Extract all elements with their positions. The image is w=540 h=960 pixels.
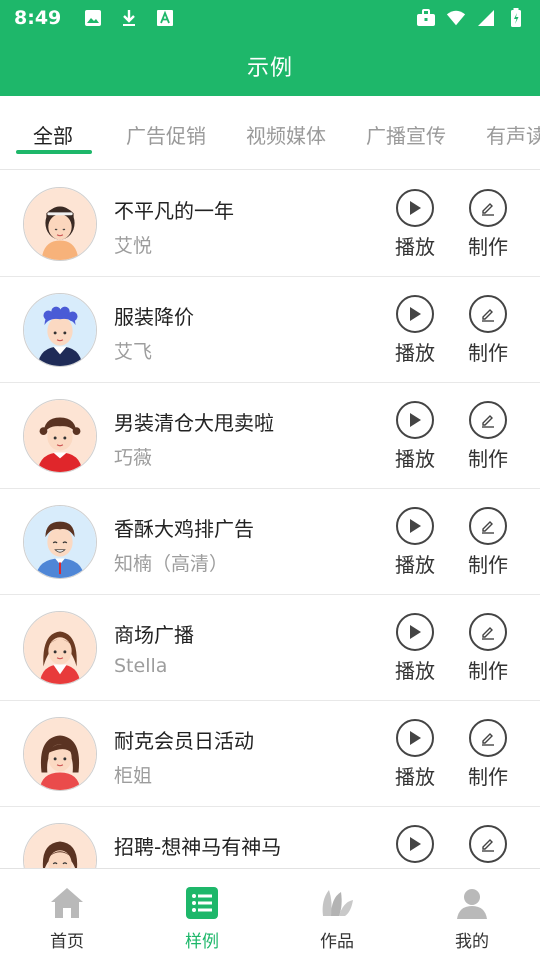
nav-mine[interactable]: 我的 [422,883,522,952]
play-label: 播放 [395,765,435,789]
list-item[interactable]: 招聘-想神马有神马 播放 制作 [0,807,540,868]
play-icon [396,189,434,227]
edit-icon [469,401,507,439]
play-icon [396,719,434,757]
list-item[interactable]: 不平凡的一年 艾悦 播放 制作 [0,171,540,277]
bottom-nav: 首页 样例 作品 我的 [0,868,540,960]
make-button[interactable]: 制作 [458,825,518,868]
edit-icon [469,719,507,757]
nav-home[interactable]: 首页 [17,883,117,952]
tab-all[interactable]: 全部 [33,120,73,149]
make-button[interactable]: 制作 [458,295,518,366]
make-button[interactable]: 制作 [458,189,518,260]
item-title: 男装清仓大甩卖啦 [114,411,274,435]
app-bar: 示例 [0,36,540,96]
list-item[interactable]: 香酥大鸡排广告 知楠（高清） 播放 制作 [0,489,540,595]
avatar [23,717,97,791]
tab-audiobook[interactable]: 有声读 [486,120,540,149]
page-title: 示例 [246,56,293,81]
nav-home-label: 首页 [50,932,84,952]
example-list: 不平凡的一年 艾悦 播放 制作 服装降价 艾飞 播放 制作 男装清仓大甩卖啦 巧… [0,171,540,868]
image-icon [83,8,103,28]
avatar [23,187,97,261]
play-button[interactable]: 播放 [385,507,445,578]
nav-works-label: 作品 [320,932,354,952]
play-label: 播放 [395,447,435,471]
play-label: 播放 [395,553,435,577]
play-button[interactable]: 播放 [385,613,445,684]
wifi-icon [446,8,466,28]
home-icon [47,883,87,923]
status-bar: 8:49 [0,0,540,36]
edit-icon [469,825,507,863]
nav-works[interactable]: 作品 [287,883,387,952]
active-tab-indicator [16,150,92,154]
list-icon [182,883,222,923]
works-icon [317,883,357,923]
battery-icon [506,8,526,28]
play-button[interactable]: 播放 [385,189,445,260]
play-icon [396,825,434,863]
make-label: 制作 [468,765,508,789]
avatar [23,823,97,868]
play-icon [396,613,434,651]
avatar [23,505,97,579]
nav-mine-label: 我的 [455,932,489,952]
play-label: 播放 [395,659,435,683]
play-icon [396,507,434,545]
make-button[interactable]: 制作 [458,719,518,790]
play-button[interactable]: 播放 [385,719,445,790]
item-title: 服装降价 [114,305,194,329]
make-label: 制作 [468,553,508,577]
item-voice: 艾飞 [114,341,153,363]
tab-broadcast[interactable]: 广播宣传 [366,120,446,149]
avatar [23,293,97,367]
list-item[interactable]: 耐克会员日活动 柜姐 播放 制作 [0,701,540,807]
profile-icon [452,883,492,923]
play-label: 播放 [395,341,435,365]
status-time: 8:49 [14,7,62,29]
list-item[interactable]: 男装清仓大甩卖啦 巧薇 播放 制作 [0,383,540,489]
item-title: 香酥大鸡排广告 [114,517,254,541]
item-voice: 艾悦 [114,235,153,257]
item-voice: 巧薇 [114,447,153,469]
avatar [23,399,97,473]
tab-video-media[interactable]: 视频媒体 [246,120,326,149]
font-icon [155,8,175,28]
make-label: 制作 [468,447,508,471]
play-button[interactable]: 播放 [385,401,445,472]
make-button[interactable]: 制作 [458,507,518,578]
play-label: 播放 [395,235,435,259]
category-tabs: 全部 广告促销 视频媒体 广播宣传 有声读 [0,96,540,170]
edit-icon [469,295,507,333]
play-icon [396,401,434,439]
item-voice: 知楠（高清） [114,553,229,575]
play-button[interactable]: 播放 [385,295,445,366]
make-button[interactable]: 制作 [458,613,518,684]
make-label: 制作 [468,659,508,683]
list-item[interactable]: 服装降价 艾飞 播放 制作 [0,277,540,383]
item-voice: Stella [114,655,168,677]
signal-icon [476,8,496,28]
nav-examples[interactable]: 样例 [152,883,252,952]
edit-icon [469,507,507,545]
make-button[interactable]: 制作 [458,401,518,472]
tab-ad-promotion[interactable]: 广告促销 [126,120,206,149]
avatar [23,611,97,685]
make-label: 制作 [468,235,508,259]
list-item[interactable]: 商场广播 Stella 播放 制作 [0,595,540,701]
item-title: 商场广播 [114,623,194,647]
briefcase-icon [416,8,436,28]
make-label: 制作 [468,341,508,365]
item-title: 招聘-想神马有神马 [114,835,282,859]
download-icon [119,8,139,28]
edit-icon [469,189,507,227]
edit-icon [469,613,507,651]
play-button[interactable]: 播放 [385,825,445,868]
item-title: 耐克会员日活动 [114,729,254,753]
play-icon [396,295,434,333]
item-title: 不平凡的一年 [114,199,234,223]
item-voice: 柜姐 [114,765,153,787]
nav-examples-label: 样例 [185,932,219,952]
